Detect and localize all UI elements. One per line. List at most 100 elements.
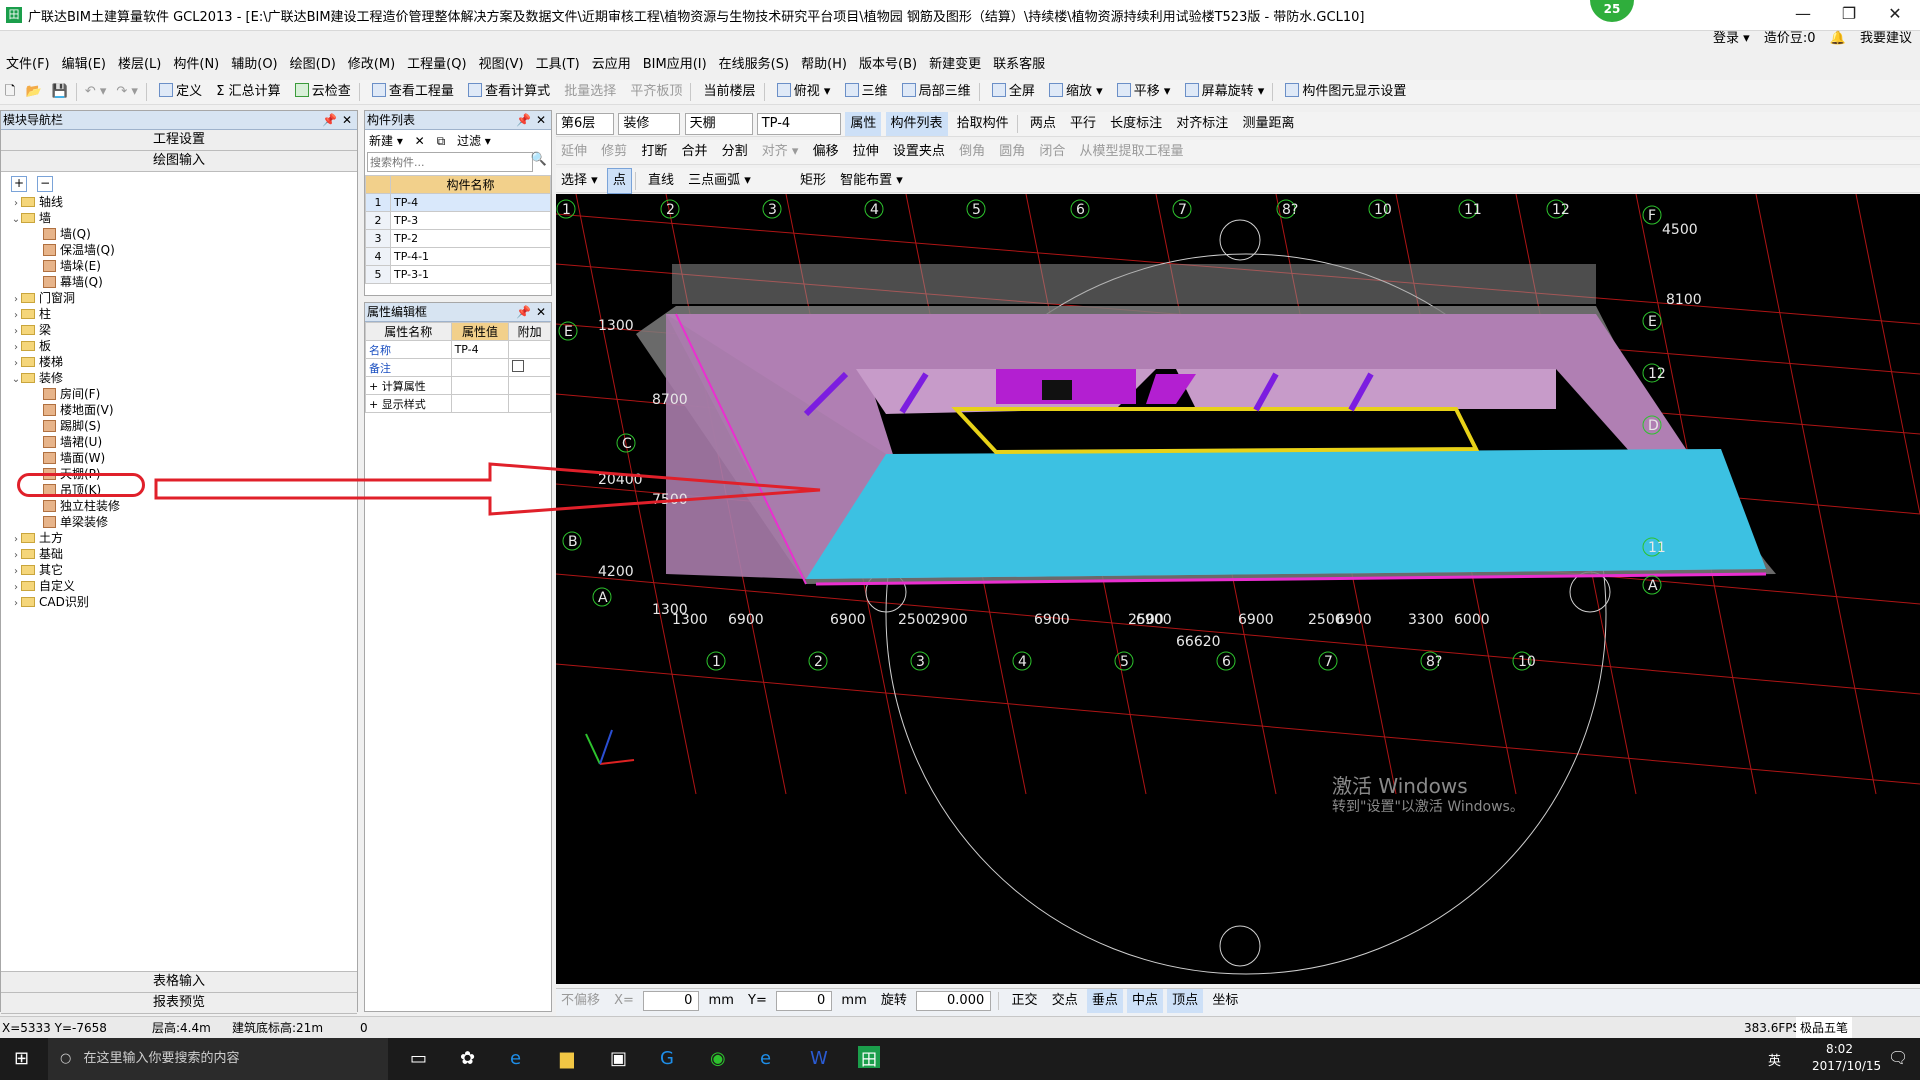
collapse-all-icon[interactable]: −	[37, 176, 54, 192]
project-settings-button[interactable]: 工程设置	[1, 130, 357, 151]
ie-icon[interactable]: e	[760, 1048, 771, 1069]
table-row[interactable]: + 计算属性	[365, 376, 551, 395]
bell-icon[interactable]: 🔔	[1830, 31, 1846, 46]
current-floor-button[interactable]: 当前楼层	[699, 80, 761, 104]
extract-quantity-button[interactable]: 从模型提取工程量	[1075, 140, 1189, 164]
table-row[interactable]: 4 TP-4-1	[365, 247, 551, 266]
extend-button[interactable]: 延伸	[556, 140, 592, 164]
redo-icon[interactable]: ↷ ▾	[111, 80, 143, 104]
store-icon[interactable]: ▣	[610, 1048, 627, 1069]
align-dim-button[interactable]: 对齐标注	[1171, 112, 1233, 136]
table-row[interactable]: 5 TP-3-1	[365, 265, 551, 284]
filter-button[interactable]: 过滤 ▾	[457, 134, 491, 148]
x-input[interactable]: 0	[643, 991, 700, 1011]
windows-start-icon[interactable]: ⊞	[14, 1048, 29, 1069]
pin-icon[interactable]: 📌	[516, 303, 531, 321]
define-button[interactable]: 定义	[154, 80, 207, 104]
tree-item[interactable]: 墙裙(U)	[11, 434, 357, 450]
tree-item[interactable]: 保温墙(Q)	[11, 242, 357, 258]
expand-all-icon[interactable]: +	[11, 176, 27, 192]
break-button[interactable]: 打断	[636, 140, 672, 164]
menu-version[interactable]: 版本号(B)	[853, 54, 923, 76]
select-button[interactable]: 选择 ▾	[556, 169, 603, 193]
orbit-handle-right[interactable]	[1569, 571, 1611, 613]
display-settings-button[interactable]: 构件图元显示设置	[1280, 80, 1411, 104]
trim-button[interactable]: 修剪	[596, 140, 632, 164]
table-row[interactable]: 备注	[365, 358, 551, 377]
component-list-button[interactable]: 构件列表	[885, 112, 948, 136]
notification-icon[interactable]: 🗨	[1888, 1048, 1908, 1067]
pin-icon[interactable]: 📌	[516, 111, 531, 129]
rotate-screen-button[interactable]: 屏幕旋转 ▾	[1180, 80, 1270, 104]
glodon-app-icon[interactable]: 田	[858, 1046, 880, 1069]
tree-item[interactable]: › 其它	[11, 562, 357, 578]
tree-item[interactable]: › 楼梯	[11, 354, 357, 370]
table-row[interactable]: + 显示样式	[365, 394, 551, 413]
taskbar-search[interactable]: ○ 在这里输入你要搜索的内容	[48, 1038, 388, 1080]
point-button[interactable]: 点	[606, 168, 632, 194]
clock-date[interactable]: 2017/10/15	[1812, 1059, 1881, 1073]
rectangle-button[interactable]: 矩形	[795, 169, 831, 193]
zoom-button[interactable]: 缩放 ▾	[1044, 80, 1108, 104]
tree-item[interactable]: 楼地面(V)	[11, 402, 357, 418]
length-dim-button[interactable]: 长度标注	[1105, 112, 1167, 136]
3d-button[interactable]: 三维	[840, 80, 893, 104]
tree-item[interactable]: › 柱	[11, 306, 357, 322]
view-formula-button[interactable]: 查看计算式	[463, 80, 555, 104]
view-quantity-button[interactable]: 查看工程量	[367, 80, 459, 104]
report-preview-button[interactable]: 报表预览	[1, 993, 357, 1014]
parallel-button[interactable]: 平行	[1065, 112, 1101, 136]
clock-time[interactable]: 8:02	[1826, 1042, 1853, 1056]
open-file-icon[interactable]: 📂	[20, 80, 46, 104]
suggest-button[interactable]: 我要建议	[1860, 31, 1912, 46]
batch-select-button[interactable]: 批量选择	[559, 80, 621, 104]
tree-item[interactable]: › 板	[11, 338, 357, 354]
tree-item[interactable]: › 基础	[11, 546, 357, 562]
merge-button[interactable]: 合并	[676, 140, 712, 164]
rotate-checkbox[interactable]: 旋转	[876, 989, 912, 1013]
pan-button[interactable]: 平移 ▾	[1112, 80, 1176, 104]
menu-modify[interactable]: 修改(M)	[342, 54, 401, 76]
close-icon[interactable]: ✕	[342, 111, 352, 129]
offset-button[interactable]: 偏移	[808, 140, 844, 164]
menu-cloud[interactable]: 云应用	[586, 54, 637, 76]
checkbox[interactable]	[512, 360, 525, 372]
perpendicular-button[interactable]: 垂点	[1086, 989, 1123, 1013]
menu-online[interactable]: 在线服务(S)	[713, 54, 795, 76]
floor-select[interactable]: 第6层	[556, 113, 615, 135]
tree-item[interactable]: › 门窗洞	[11, 290, 357, 306]
no-offset-select[interactable]: 不偏移	[556, 989, 605, 1013]
notification-badge[interactable]: 25	[1590, 0, 1634, 22]
delete-icon[interactable]: ✕	[415, 134, 425, 148]
table-input-button[interactable]: 表格输入	[1, 971, 357, 993]
menu-tools[interactable]: 工具(T)	[530, 54, 586, 76]
close-shape-button[interactable]: 闭合	[1034, 140, 1070, 164]
line-button[interactable]: 直线	[643, 169, 679, 193]
close-icon[interactable]: ✕	[536, 111, 546, 129]
properties-button[interactable]: 属性	[845, 112, 882, 136]
measure-distance-button[interactable]: 测量距离	[1237, 112, 1299, 136]
vertex-button[interactable]: 顶点	[1167, 989, 1204, 1013]
flush-slab-button[interactable]: 平齐板顶	[625, 80, 687, 104]
menu-view[interactable]: 视图(V)	[473, 54, 530, 76]
tree-item[interactable]: 墙垛(E)	[11, 258, 357, 274]
edge-icon[interactable]: e	[510, 1048, 521, 1069]
midpoint-button[interactable]: 中点	[1127, 989, 1164, 1013]
copy-icon[interactable]: ⧉	[437, 134, 446, 148]
ortho-button[interactable]: 正交	[1007, 989, 1043, 1013]
menu-assist[interactable]: 辅助(O)	[225, 54, 283, 76]
model-canvas[interactable]: 1 2 3 4 5 6 7 8? 10 11 121 2 3 4 5 6 7 8? 10ECBAFE12D11A13…	[556, 194, 1920, 984]
new-file-icon[interactable]: 🗋	[0, 80, 20, 104]
tree-item[interactable]: › 自定义	[11, 578, 357, 594]
fullscreen-button[interactable]: 全屏	[987, 80, 1040, 104]
intersection-button[interactable]: 交点	[1047, 989, 1083, 1013]
undo-icon[interactable]: ↶ ▾	[80, 80, 112, 104]
3d-viewport[interactable]: 1 2 3 4 5 6 7 8? 10 11 12 1 2 3 4 5 6 7 8? 10 E C B A F E 12 D 11 A 13…	[556, 194, 1920, 984]
three-point-arc-button[interactable]: 三点画弧 ▾	[683, 169, 791, 193]
menu-bim[interactable]: BIM应用(I)	[637, 54, 713, 76]
menu-draw[interactable]: 绘图(D)	[284, 54, 342, 76]
table-row[interactable]: 3 TP-2	[365, 229, 551, 248]
top-view-button[interactable]: 俯视 ▾	[772, 80, 836, 104]
tree-item[interactable]: › 土方	[11, 530, 357, 546]
tree-item[interactable]: › 梁	[11, 322, 357, 338]
